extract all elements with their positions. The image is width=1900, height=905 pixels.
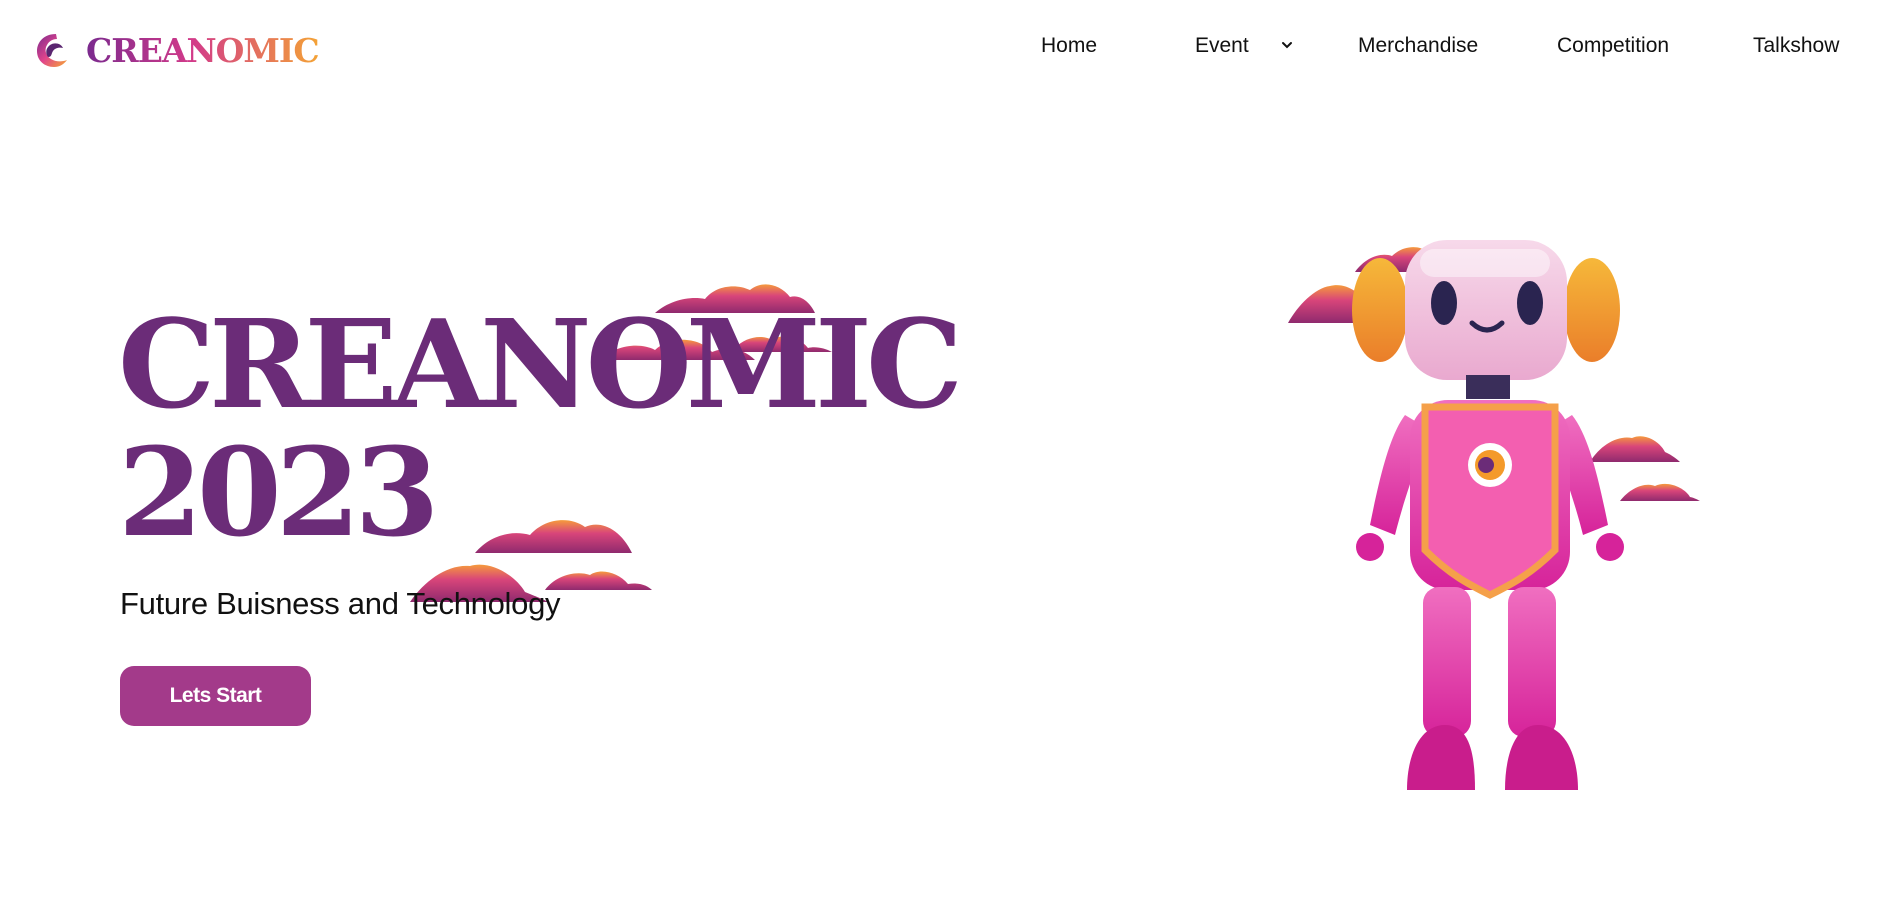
hero-title-brand: CREANOMIC	[118, 292, 963, 436]
hero-subtitle: Future Buisness and Technology	[120, 586, 561, 621]
lets-start-button[interactable]: Lets Start	[120, 666, 311, 726]
nav-home[interactable]: Home	[1041, 34, 1097, 58]
creanomic-logo-icon	[37, 34, 67, 67]
cloud	[545, 571, 652, 590]
brand-logo[interactable]: CREANOMIC	[34, 30, 320, 70]
nav-event[interactable]: Event	[1195, 34, 1249, 58]
hero-title-year: 2023	[118, 420, 440, 564]
nav-competition[interactable]: Competition	[1557, 34, 1669, 58]
site-header: CREANOMIC Home Event Merchandise Competi…	[0, 0, 1900, 100]
brand-name: CREANOMIC	[86, 30, 320, 70]
nav-talkshow[interactable]: Talkshow	[1753, 34, 1839, 58]
hero-title: CREANOMIC 2023	[118, 292, 963, 564]
nav-merchandise[interactable]: Merchandise	[1358, 34, 1478, 58]
robot-mascot-illustration	[1352, 240, 1624, 790]
chevron-down-icon[interactable]	[1281, 40, 1293, 50]
